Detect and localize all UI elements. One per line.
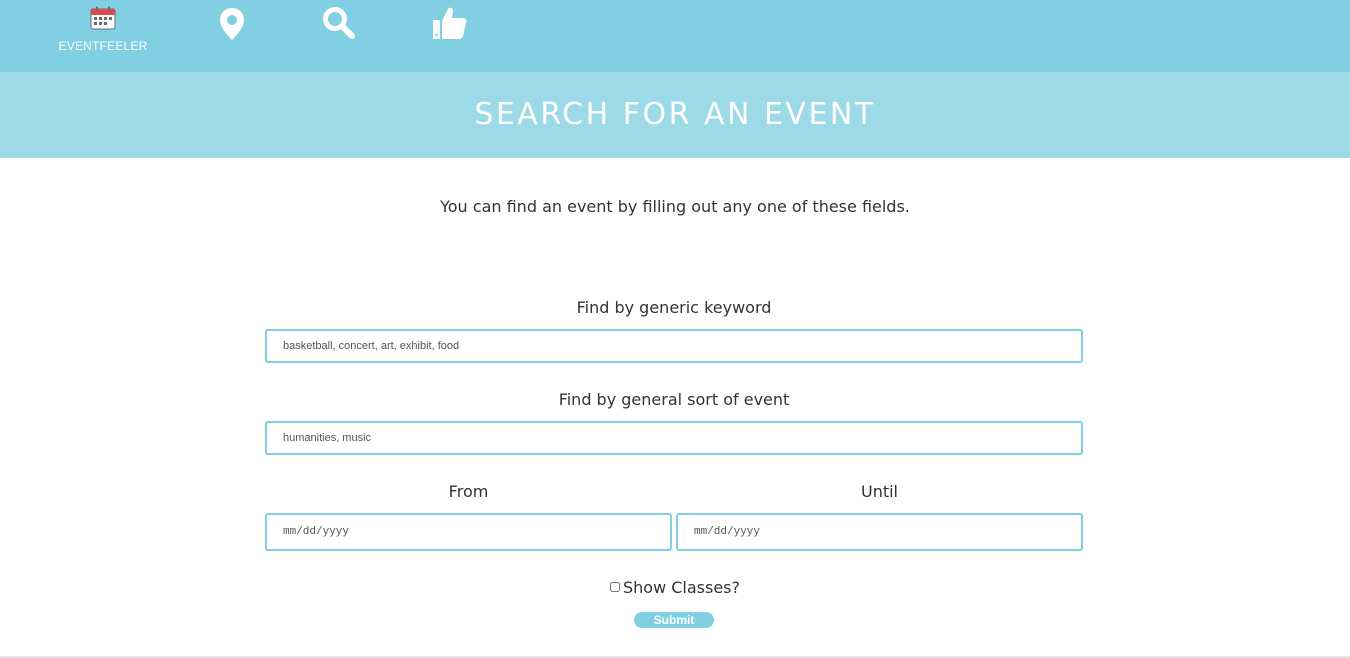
page-banner: SEARCH FOR AN EVENT [0, 72, 1350, 158]
nav-search-link[interactable] [322, 6, 356, 45]
event-sort-label: Find by general sort of event [558, 390, 790, 409]
event-sort-input[interactable] [265, 421, 1083, 455]
show-classes-row: Show Classes? [0, 578, 1350, 597]
brand-label[interactable]: EVENTFEELER [58, 39, 148, 53]
top-nav-bar: EVENTFEELER [0, 0, 1350, 72]
from-date-input[interactable] [265, 513, 672, 551]
until-label: Until [860, 482, 898, 501]
show-classes-label[interactable]: Show Classes? [623, 578, 740, 597]
page-title: SEARCH FOR AN EVENT [474, 97, 876, 132]
from-label: From [448, 482, 489, 501]
thumbs-up-icon [433, 7, 467, 40]
show-classes-checkbox[interactable] [609, 582, 620, 592]
calendar-icon [90, 6, 116, 30]
nav-like-link[interactable] [432, 6, 468, 45]
search-icon [323, 7, 355, 39]
nav-map-link[interactable] [219, 7, 245, 46]
keyword-input[interactable] [265, 329, 1083, 363]
map-pin-icon [220, 8, 244, 40]
intro-text: You can find an event by filling out any… [440, 197, 910, 216]
submit-button[interactable]: Submit [634, 612, 714, 628]
keyword-label: Find by generic keyword [576, 298, 772, 317]
nav-home-link[interactable]: EVENTFEELER [58, 6, 148, 53]
until-date-input[interactable] [676, 513, 1083, 551]
